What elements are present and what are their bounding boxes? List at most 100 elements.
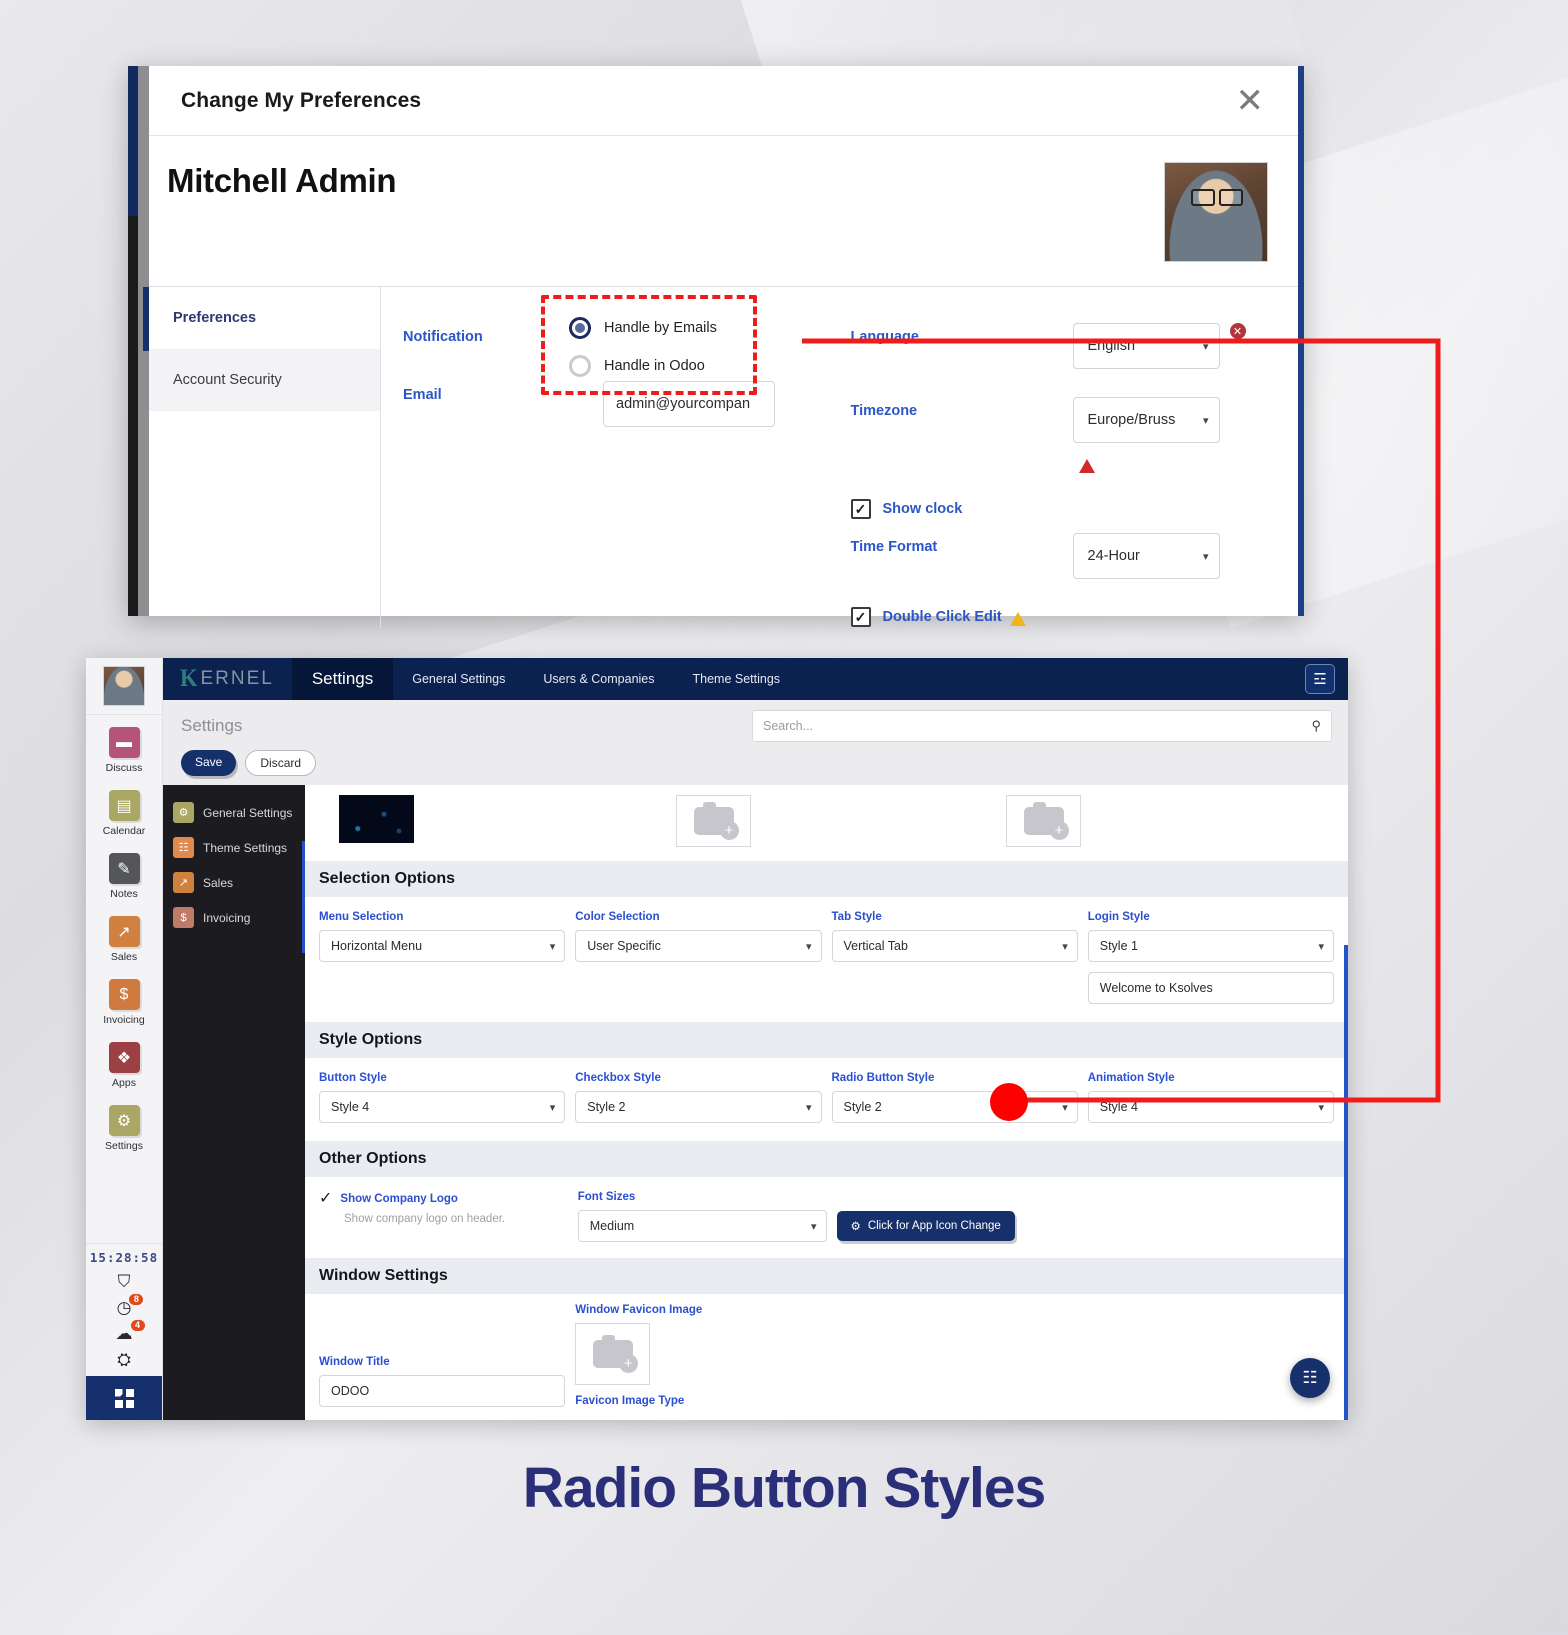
tab-style-select[interactable]: Vertical Tab ▾ — [831, 930, 1078, 962]
timezone-row: Timezone Europe/Bruss ▾ — [850, 397, 1299, 473]
dialog-tab-list: Preferences Account Security — [143, 287, 381, 628]
field-value: Vertical Tab — [843, 939, 908, 953]
menu-selection-select[interactable]: Horizontal Menu ▾ — [319, 930, 566, 962]
favicon-upload-placeholder[interactable] — [575, 1323, 651, 1385]
radio-label: Handle in Odoo — [604, 358, 705, 374]
nav-item-settings[interactable]: Settings — [291, 658, 394, 700]
show-clock-row[interactable]: ✓ Show clock — [850, 499, 1299, 519]
nav-item-theme-settings[interactable]: Theme Settings — [674, 658, 800, 700]
sidebar-clock-zone: 15:28:58 ⛉ ◷ 8 ☁ 4 ⛭ — [86, 1243, 162, 1376]
radio-option-handle-by-emails[interactable]: Handle by Emails — [569, 317, 753, 339]
discard-button[interactable]: Discard — [245, 750, 317, 776]
background-image-thumb[interactable] — [339, 795, 414, 843]
nav-item-general-settings[interactable]: General Settings — [393, 658, 524, 700]
field-value: Horizontal Menu — [331, 939, 423, 953]
settings-menu-item-general-settings[interactable]: ⚙ General Settings — [163, 795, 305, 830]
dialog-left-column: Notification Email admin@yourcompan Hand… — [403, 295, 851, 628]
chatter-fab-button[interactable]: ☷ — [1290, 1358, 1330, 1398]
chevron-down-icon: ▾ — [1318, 940, 1324, 953]
image-upload-placeholder-2[interactable] — [1006, 795, 1081, 847]
camera-icon — [1023, 802, 1069, 840]
language-select[interactable]: English ▾ — [1072, 323, 1220, 369]
image-thumbnails-row — [305, 785, 1348, 861]
app-navbar: K ERNEL Settings General Settings Users … — [163, 658, 1348, 700]
gear-icon: ⚙ — [108, 1105, 140, 1136]
invoice-icon: $ — [173, 907, 194, 928]
tab-preferences[interactable]: Preferences — [149, 287, 380, 349]
settings-menu-item-sales[interactable]: ↗ Sales — [163, 865, 305, 900]
sidebar-app-label: Settings — [105, 1140, 143, 1152]
language-clear-icon[interactable]: ✕ — [1229, 323, 1246, 339]
timezone-select[interactable]: Europe/Bruss ▾ — [1072, 397, 1220, 443]
settings-menu-item-invoicing[interactable]: $ Invoicing — [163, 900, 305, 935]
panel-scroll-edge[interactable] — [1344, 945, 1348, 1420]
settings-menu-label: Invoicing — [203, 910, 251, 925]
chart-icon: ↗ — [173, 872, 194, 893]
chevron-down-icon: ▾ — [805, 1101, 812, 1114]
field-label: Window Title — [319, 1356, 390, 1368]
clock-icon[interactable]: ◷ 8 — [117, 1294, 144, 1316]
sidebar-app-notes[interactable]: ✎ Notes — [86, 853, 162, 900]
field-animation-style: Animation Style Style 4 ▾ — [1087, 1072, 1334, 1123]
field-show-company-logo[interactable]: ✓ Show Company Logo Show company logo on… — [319, 1191, 568, 1226]
font-sizes-select[interactable]: Medium ▾ — [577, 1210, 827, 1242]
settings-sliders-icon[interactable]: ☲ — [1305, 664, 1335, 694]
window-title-input[interactable]: ODOO — [319, 1375, 566, 1407]
activity-icon[interactable]: ⛉ — [118, 1273, 131, 1290]
close-icon[interactable]: ✕ — [1236, 84, 1265, 118]
field-window-favicon: Window Favicon Image Favicon Image Type — [575, 1304, 821, 1414]
brand-logo[interactable]: K ERNEL — [163, 658, 292, 700]
sidebar-app-discuss[interactable]: ▬ Discuss — [86, 727, 162, 774]
sidebar-app-settings[interactable]: ⚙ Settings — [86, 1105, 162, 1152]
sidebar-app-label: Apps — [112, 1077, 136, 1089]
animation-style-select[interactable]: Style 4 ▾ — [1087, 1091, 1334, 1123]
time-format-select[interactable]: 24-Hour ▾ — [1072, 533, 1220, 579]
nav-item-users-companies[interactable]: Users & Companies — [524, 658, 673, 700]
settings-menu-label: General Settings — [203, 805, 293, 820]
section-header-other: Other Options — [305, 1141, 1348, 1177]
time-format-row: Time Format 24-Hour ▾ — [851, 533, 1299, 579]
double-click-checkbox[interactable]: ✓ — [850, 607, 871, 627]
image-upload-placeholder[interactable] — [676, 795, 751, 847]
user-name: Mitchell Admin — [167, 162, 397, 199]
checkbox-style-select[interactable]: Style 2 ▾ — [575, 1091, 822, 1123]
sidebar-app-invoicing[interactable]: $ Invoicing — [86, 979, 162, 1026]
radio-button-style-select[interactable]: Style 2 ▾ — [831, 1091, 1078, 1123]
button-style-select[interactable]: Style 4 ▾ — [319, 1091, 566, 1123]
save-button[interactable]: Save — [181, 750, 237, 776]
sidebar-app-calendar[interactable]: ▤ Calendar — [86, 790, 162, 837]
sidebar-app-sales[interactable]: ↗ Sales — [86, 916, 162, 963]
show-clock-checkbox[interactable]: ✓ — [850, 499, 871, 519]
avatar — [1164, 162, 1268, 262]
company-icon[interactable]: ⛭ — [117, 1351, 131, 1368]
field-label: Menu Selection — [319, 911, 404, 923]
tab-account-security[interactable]: Account Security — [149, 349, 380, 411]
apps-icon: ❖ — [108, 1042, 140, 1073]
tray-badge: 4 — [130, 1320, 145, 1331]
search-placeholder: Search... — [763, 719, 814, 733]
sidebar-app-apps[interactable]: ❖ Apps — [86, 1042, 162, 1089]
timezone-label: Timezone — [850, 403, 918, 419]
radio-option-handle-in-odoo[interactable]: Handle in Odoo — [569, 355, 753, 377]
field-value: Style 4 — [1099, 1100, 1138, 1114]
login-style-select[interactable]: Style 1 ▾ — [1087, 930, 1334, 962]
show-company-logo-checkbox[interactable]: ✓ — [319, 1191, 332, 1207]
double-click-warning-icon — [1009, 612, 1026, 626]
odoo-settings-window: ▬ Discuss ▤ Calendar ✎ Notes ↗ Sales $ Invoicing ❖… — [86, 658, 1348, 1420]
search-input[interactable]: Search... ⚲ — [752, 710, 1332, 742]
settings-menu-item-theme-settings[interactable]: ☷ Theme Settings — [163, 830, 305, 865]
camera-icon — [592, 1335, 638, 1373]
sidebar-apps-grid-button[interactable] — [86, 1376, 162, 1420]
window-fields: Window Title ODOO Window Favicon Image F… — [305, 1294, 1348, 1414]
app-icon-change-button[interactable]: ⚙ Click for App Icon Change — [836, 1211, 1015, 1241]
favicon-label: Window Favicon Image — [575, 1304, 703, 1316]
sidebar-app-list: ▬ Discuss ▤ Calendar ✎ Notes ↗ Sales $ Invoicing ❖… — [86, 715, 162, 1243]
message-icon[interactable]: ☁ 4 — [116, 1320, 145, 1342]
field-value: Medium — [589, 1219, 635, 1233]
sidebar-avatar[interactable] — [103, 666, 145, 706]
color-selection-select[interactable]: User Specific ▾ — [575, 930, 822, 962]
dialog-header: Change My Preferences ✕ — [149, 66, 1298, 136]
gear-icon: ⚙ — [173, 802, 194, 823]
double-click-edit-row[interactable]: ✓ Double Click Edit — [850, 607, 1299, 627]
login-welcome-text-input[interactable]: Welcome to Ksolves — [1087, 972, 1334, 1004]
